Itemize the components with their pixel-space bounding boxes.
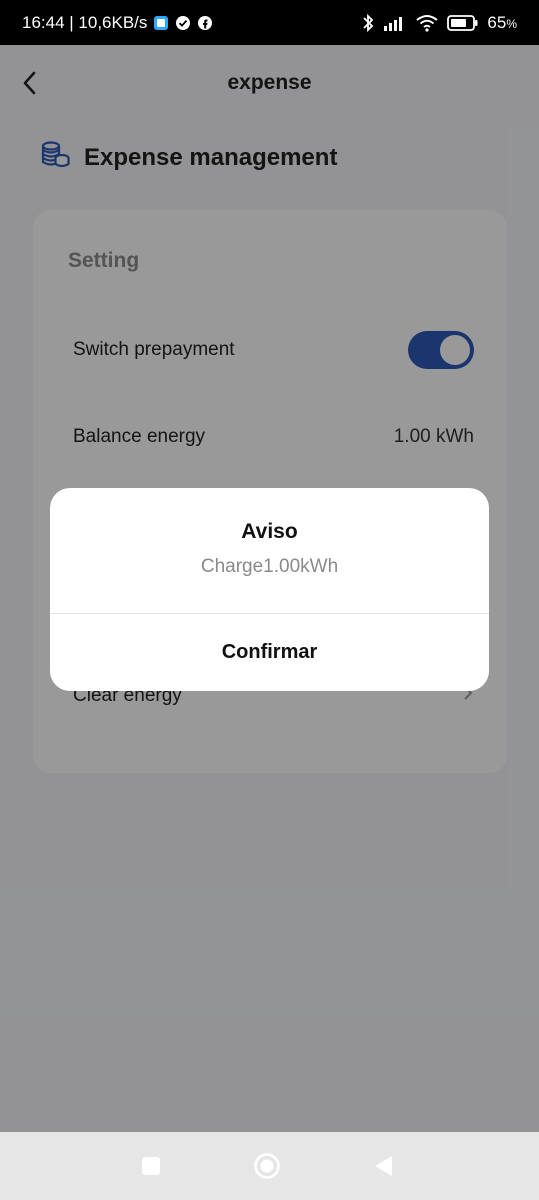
triangle-back-icon xyxy=(375,1156,392,1176)
status-right: 65% xyxy=(361,13,517,33)
home-nav-icon xyxy=(254,1153,280,1179)
system-nav-bar xyxy=(0,1132,539,1200)
status-left: 16:44 | 10,6KB/s xyxy=(22,13,213,33)
recents-button[interactable] xyxy=(137,1152,165,1180)
status-time-speed: 16:44 | 10,6KB/s xyxy=(22,12,148,32)
signal-icon xyxy=(383,14,407,32)
status-bar: 16:44 | 10,6KB/s 65% xyxy=(0,0,539,45)
bluetooth-icon xyxy=(361,13,375,33)
alert-dialog: Aviso Charge1.00kWh Confirmar xyxy=(50,488,489,691)
square-nav-icon xyxy=(142,1157,160,1175)
battery-icon xyxy=(447,14,479,32)
dialog-message: Charge1.00kWh xyxy=(200,556,339,577)
app-notification-icon xyxy=(153,15,169,31)
check-circle-icon xyxy=(175,15,191,31)
battery-percent: 65% xyxy=(487,12,517,32)
facebook-icon xyxy=(197,15,213,31)
back-nav-button[interactable] xyxy=(370,1152,398,1180)
wifi-icon xyxy=(415,14,439,32)
dialog-title: Aviso xyxy=(241,520,298,543)
confirm-button[interactable]: Confirmar xyxy=(50,614,489,691)
home-button[interactable] xyxy=(253,1152,281,1180)
